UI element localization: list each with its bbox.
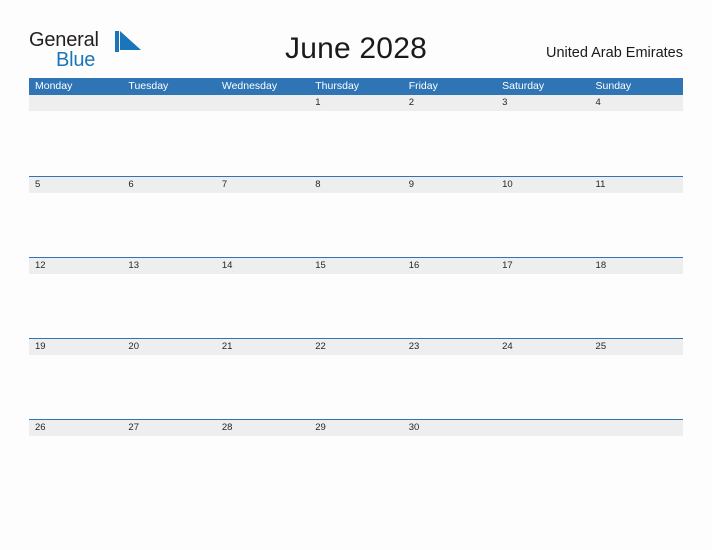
week-row: 5 6 7 8 9 10 11 [29, 176, 683, 257]
region-label: United Arab Emirates [545, 45, 683, 61]
weekday-header-thursday: Thursday [315, 80, 360, 92]
day-cell[interactable]: 26 [29, 420, 122, 436]
day-cell[interactable]: 7 [216, 177, 309, 193]
week-body-area [29, 111, 683, 176]
day-cell[interactable]: 14 [216, 258, 309, 274]
day-cell[interactable]: 12 [29, 258, 122, 274]
day-cell[interactable]: 15 [309, 258, 402, 274]
week-date-band: 26 27 28 29 30 [29, 419, 683, 436]
weekday-header-row: Monday Tuesday Wednesday Thursday Friday… [29, 78, 683, 95]
day-cell[interactable]: 18 [590, 258, 683, 274]
week-row: 26 27 28 29 30 [29, 419, 683, 500]
page-header: General Blue June 2028 United Arab Emira… [0, 0, 712, 76]
day-cell[interactable]: 8 [309, 177, 402, 193]
day-cell[interactable] [122, 95, 215, 111]
calendar-page: General Blue June 2028 United Arab Emira… [0, 0, 712, 550]
day-cell[interactable]: 5 [29, 177, 122, 193]
day-cell[interactable]: 4 [590, 95, 683, 111]
week-body-area [29, 436, 683, 500]
week-row: 1 2 3 4 [29, 95, 683, 176]
day-cell[interactable]: 20 [122, 339, 215, 355]
day-cell[interactable]: 24 [496, 339, 589, 355]
weekday-header-tuesday: Tuesday [128, 80, 169, 92]
day-cell[interactable]: 3 [496, 95, 589, 111]
day-cell[interactable]: 29 [309, 420, 402, 436]
week-date-band: 19 20 21 22 23 24 25 [29, 338, 683, 355]
day-cell[interactable]: 19 [29, 339, 122, 355]
week-body-area [29, 274, 683, 338]
day-cell[interactable] [496, 420, 589, 436]
weekday-header-saturday: Saturday [502, 80, 545, 92]
weekday-header-monday: Monday [35, 80, 73, 92]
week-date-band: 5 6 7 8 9 10 11 [29, 176, 683, 193]
day-cell[interactable]: 6 [122, 177, 215, 193]
week-row: 12 13 14 15 16 17 18 [29, 257, 683, 338]
calendar-grid: Monday Tuesday Wednesday Thursday Friday… [29, 78, 683, 500]
day-cell[interactable]: 9 [403, 177, 496, 193]
day-cell[interactable]: 13 [122, 258, 215, 274]
day-cell[interactable]: 28 [216, 420, 309, 436]
day-cell[interactable]: 11 [590, 177, 683, 193]
day-cell[interactable] [590, 420, 683, 436]
day-cell[interactable]: 23 [403, 339, 496, 355]
weekday-header-wednesday: Wednesday [221, 80, 278, 92]
week-body-area [29, 355, 683, 419]
day-cell[interactable]: 17 [496, 258, 589, 274]
day-cell[interactable]: 16 [403, 258, 496, 274]
week-body-area [29, 193, 683, 257]
day-cell[interactable]: 1 [309, 95, 402, 111]
day-cell[interactable]: 25 [590, 339, 683, 355]
day-cell[interactable]: 21 [216, 339, 309, 355]
day-cell[interactable]: 2 [403, 95, 496, 111]
day-cell[interactable] [216, 95, 309, 111]
day-cell[interactable]: 10 [496, 177, 589, 193]
day-cell[interactable]: 22 [309, 339, 402, 355]
week-row: 19 20 21 22 23 24 25 [29, 338, 683, 419]
day-cell[interactable] [29, 95, 122, 111]
day-cell[interactable]: 30 [403, 420, 496, 436]
weekday-header-friday: Friday [408, 80, 438, 92]
week-date-band: 12 13 14 15 16 17 18 [29, 257, 683, 274]
weekday-header-sunday: Sunday [595, 80, 632, 92]
day-cell[interactable]: 27 [122, 420, 215, 436]
week-date-band: 1 2 3 4 [29, 95, 683, 111]
